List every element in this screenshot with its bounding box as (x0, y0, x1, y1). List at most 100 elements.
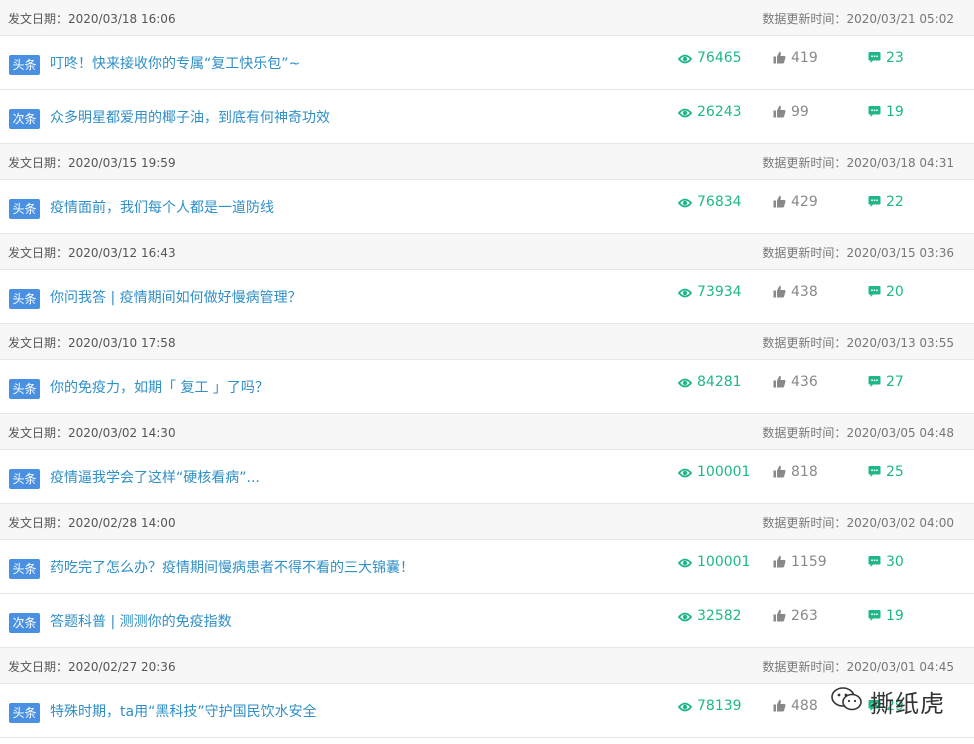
update-time-value: 2020/03/18 04:31 (846, 156, 954, 170)
update-time-value: 2020/03/01 04:45 (846, 660, 954, 674)
views-count: 76465 (697, 50, 742, 66)
article-position-badge: 次条 (9, 109, 40, 129)
article-row[interactable]: 头条 叮咚！快来接收你的专属“复工快乐包”~ 76465 419 23 (0, 36, 974, 90)
thumbs-up-icon (773, 464, 791, 480)
update-time-value: 2020/03/21 05:02 (846, 12, 954, 26)
post-date-value: 2020/03/18 16:06 (68, 12, 176, 26)
eye-icon (677, 104, 697, 120)
article-title-link[interactable]: 你问我答 | 疫情期间如何做好慢病管理？ (50, 287, 302, 307)
views-count: 78139 (697, 698, 742, 714)
comment-icon (868, 50, 886, 66)
article-position-badge: 头条 (9, 469, 40, 489)
update-time-label: 数据更新时间： (762, 516, 847, 530)
views-count: 76834 (697, 194, 742, 210)
comment-icon (868, 554, 886, 570)
likes-stat: 429 (773, 194, 818, 210)
article-title-link[interactable]: 众多明星都爱用的椰子油，到底有何神奇功效 (50, 107, 330, 127)
post-date-label: 发文日期： (8, 12, 69, 26)
article-position-badge: 头条 (9, 559, 40, 579)
eye-icon (677, 554, 697, 570)
likes-count: 438 (791, 284, 818, 300)
views-stat: 78139 (677, 698, 742, 714)
article-position-badge: 头条 (9, 289, 40, 309)
comments-stat: 27 (868, 374, 904, 390)
eye-icon (677, 608, 697, 624)
article-row[interactable]: 头条 你的免疫力，如期「 复工 」了吗？ 84281 436 27 (0, 360, 974, 414)
thumbs-up-icon (773, 374, 791, 390)
thumbs-up-icon (773, 50, 791, 66)
post-date: 发文日期：2020/03/02 14:30 (8, 424, 176, 441)
article-title-link[interactable]: 答题科普 | 测测你的免疫指数 (50, 611, 232, 631)
update-time-label: 数据更新时间： (762, 246, 847, 260)
post-date-value: 2020/03/10 17:58 (68, 336, 176, 350)
thumbs-up-icon (773, 284, 791, 300)
post-date-value: 2020/02/28 14:00 (68, 516, 176, 530)
article-title-link[interactable]: 叮咚！快来接收你的专属“复工快乐包”~ (50, 53, 300, 73)
views-count: 32582 (697, 608, 742, 624)
article-row[interactable]: 次条 答题科普 | 测测你的免疫指数 32582 263 19 (0, 594, 974, 648)
article-title-link[interactable]: 你的免疫力，如期「 复工 」了吗？ (50, 377, 269, 397)
update-time-label: 数据更新时间： (762, 426, 847, 440)
views-count: 84281 (697, 374, 742, 390)
likes-count: 429 (791, 194, 818, 210)
thumbs-up-icon (773, 104, 791, 120)
update-time-label: 数据更新时间： (762, 156, 847, 170)
article-title-link[interactable]: 疫情面前，我们每个人都是一道防线 (50, 197, 274, 217)
post-date-label: 发文日期： (8, 660, 69, 674)
article-title-link[interactable]: 特殊时期，ta用“黑科技”守护国民饮水安全 (50, 701, 317, 721)
likes-stat: 436 (773, 374, 818, 390)
update-time-label: 数据更新时间： (762, 12, 847, 26)
likes-count: 419 (791, 50, 818, 66)
views-count: 100001 (697, 464, 751, 480)
post-date-value: 2020/03/12 16:43 (68, 246, 176, 260)
likes-stat: 1159 (773, 554, 827, 570)
thumbs-up-icon (773, 194, 791, 210)
article-row[interactable]: 头条 药吃完了怎么办？疫情期间慢病患者不得不看的三大锦囊！ 100001 1159 30 (0, 540, 974, 594)
update-time: 数据更新时间：2020/03/18 04:31 (762, 154, 954, 171)
date-row: 发文日期：2020/02/28 14:00 数据更新时间：2020/03/02 0… (0, 504, 974, 540)
update-time-value: 2020/03/02 04:00 (846, 516, 954, 530)
post-date-label: 发文日期： (8, 336, 69, 350)
update-time: 数据更新时间：2020/03/02 04:00 (762, 514, 954, 531)
thumbs-up-icon (773, 554, 791, 570)
comments-count: 19 (886, 608, 904, 624)
comments-stat: 22 (868, 194, 904, 210)
likes-count: 436 (791, 374, 818, 390)
post-date: 发文日期：2020/03/10 17:58 (8, 334, 176, 351)
post-date: 发文日期：2020/03/18 16:06 (8, 10, 176, 27)
update-time: 数据更新时间：2020/03/21 05:02 (762, 10, 954, 27)
likes-stat: 438 (773, 284, 818, 300)
post-date-value: 2020/03/15 19:59 (68, 156, 176, 170)
eye-icon (677, 284, 697, 300)
watermark: 撕纸虎 (810, 678, 960, 722)
views-stat: 73934 (677, 284, 742, 300)
post-date: 发文日期：2020/02/27 20:36 (8, 658, 176, 675)
date-row: 发文日期：2020/03/10 17:58 数据更新时间：2020/03/13 0… (0, 324, 974, 360)
article-title-link[interactable]: 药吃完了怎么办？疫情期间慢病患者不得不看的三大锦囊！ (50, 557, 414, 577)
views-stat: 32582 (677, 608, 742, 624)
views-stat: 84281 (677, 374, 742, 390)
comment-icon (868, 194, 886, 210)
comments-stat: 20 (868, 284, 904, 300)
article-row[interactable]: 次条 众多明星都爱用的椰子油，到底有何神奇功效 26243 99 19 (0, 90, 974, 144)
article-row[interactable]: 头条 疫情逼我学会了这样“硬核看病”... 100001 818 25 (0, 450, 974, 504)
comments-stat: 19 (868, 608, 904, 624)
post-date-label: 发文日期： (8, 246, 69, 260)
comments-stat: 19 (868, 104, 904, 120)
views-stat: 26243 (677, 104, 742, 120)
eye-icon (677, 194, 697, 210)
article-row[interactable]: 头条 你问我答 | 疫情期间如何做好慢病管理？ 73934 438 20 (0, 270, 974, 324)
post-date: 发文日期：2020/02/28 14:00 (8, 514, 176, 531)
likes-count: 99 (791, 104, 809, 120)
comments-count: 23 (886, 50, 904, 66)
likes-count: 1159 (791, 554, 827, 570)
thumbs-up-icon (773, 698, 791, 714)
article-row[interactable]: 头条 疫情面前，我们每个人都是一道防线 76834 429 22 (0, 180, 974, 234)
views-count: 100001 (697, 554, 751, 570)
likes-stat: 263 (773, 608, 818, 624)
post-date-value: 2020/02/27 20:36 (68, 660, 176, 674)
article-title-link[interactable]: 疫情逼我学会了这样“硬核看病”... (50, 467, 260, 487)
comment-icon (868, 608, 886, 624)
comments-count: 25 (886, 464, 904, 480)
comments-stat: 25 (868, 464, 904, 480)
